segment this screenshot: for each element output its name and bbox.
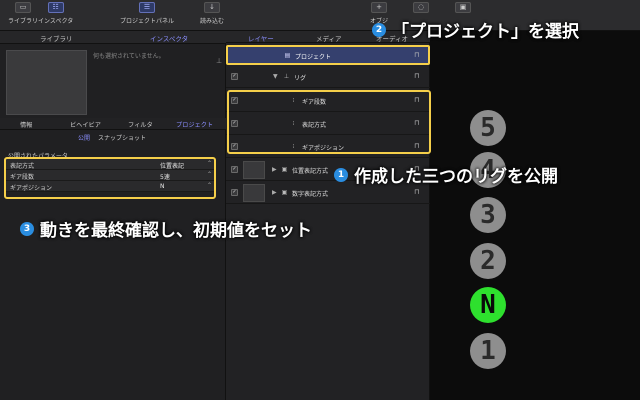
step-text: 作成した三つのリグを公開 <box>354 167 558 187</box>
step-text: 「プロジェクト」を選択 <box>392 22 579 42</box>
inspector-tabs: 情報 ビヘイビア フィルタ プロジェクト <box>0 118 226 130</box>
layer-checkbox[interactable]: ✓ <box>231 189 238 196</box>
tab-library[interactable]: ライブラリ <box>40 33 73 43</box>
inspector-button[interactable]: ☷ インスペクタ <box>38 2 73 25</box>
tab-project[interactable]: プロジェクト <box>176 120 213 129</box>
gear-indicator: 5 <box>470 110 506 146</box>
disclosure-triangle-icon[interactable]: ▼ <box>273 73 278 80</box>
tab-layers[interactable]: レイヤー <box>248 33 274 43</box>
project-panel-icon: ☰ <box>139 2 155 13</box>
inspector-preview <box>6 50 87 115</box>
pin-icon[interactable]: ⊥ <box>216 57 222 65</box>
shape-button[interactable]: ▣ <box>455 2 471 13</box>
document-icon: ▤ <box>284 52 291 59</box>
layer-name: リグ <box>294 75 307 82</box>
step3-annotation: 3 動きを最終確認し、初期値をセット <box>20 216 312 241</box>
tab-inspector[interactable]: インスペクタ <box>150 33 188 43</box>
layer-name: 位置表記方式 <box>292 168 329 175</box>
tab-media[interactable]: メディア <box>316 33 342 43</box>
step-number-badge: 1 <box>334 167 348 182</box>
step-text: 動きを最終確認し、初期値をセット <box>40 221 312 241</box>
disclosure-triangle-icon[interactable]: ▶ <box>272 189 277 196</box>
lock-icon[interactable]: ⊓ <box>414 72 419 80</box>
library-button[interactable]: ▭ ライブラリ <box>8 2 38 25</box>
tab-snapshot[interactable]: スナップショット <box>98 133 146 142</box>
group-icon: ▣ <box>281 166 288 173</box>
step-number-badge: 2 <box>372 22 386 37</box>
lock-icon[interactable]: ⊓ <box>414 51 419 59</box>
layer-thumbnail <box>243 161 265 179</box>
behaviors-button[interactable]: ◌ <box>413 2 429 13</box>
layer-checkbox[interactable]: ✓ <box>231 73 238 80</box>
group-icon: ▣ <box>281 189 288 196</box>
left-panel-tabs: ライブラリ インスペクタ <box>0 31 226 44</box>
layer-name: 数字表記方式 <box>292 191 329 198</box>
inspector-icon: ☷ <box>47 2 64 13</box>
preview-message: 何も選択されていません。 <box>93 53 165 60</box>
import-icon: ↓ <box>204 2 220 13</box>
canvas[interactable]: 5 4 3 2 N 1 <box>430 31 640 400</box>
library-icon: ▭ <box>15 2 31 13</box>
step-number-badge: 3 <box>20 221 34 236</box>
lock-icon[interactable]: ⊓ <box>414 188 419 196</box>
tab-info[interactable]: 情報 <box>20 120 32 129</box>
gear-indicator: 1 <box>470 333 506 369</box>
layer-thumbnail <box>243 184 265 202</box>
rig-children-highlight <box>227 90 431 154</box>
import-button[interactable]: ↓ 読み込む <box>200 2 224 25</box>
rig-icon: ⊥ <box>283 73 290 80</box>
add-object-icon: + <box>371 2 387 13</box>
project-panel-button[interactable]: ☰ プロジェクトパネル <box>120 2 174 25</box>
step1-annotation: 1 作成した三つのリグを公開 <box>334 162 558 187</box>
rig-layer-row[interactable]: ✓ ▼ ⊥ リグ ⊓ <box>226 66 430 88</box>
layer-checkbox[interactable]: ✓ <box>231 166 238 173</box>
project-sub-tabs: 公開 スナップショット <box>0 132 226 142</box>
tab-filters[interactable]: フィルタ <box>128 120 153 129</box>
params-highlight <box>4 157 216 199</box>
gear-indicator: 3 <box>470 197 506 233</box>
step2-annotation: 2 「プロジェクト」を選択 <box>372 17 579 42</box>
disclosure-triangle-icon[interactable]: ▶ <box>272 166 277 173</box>
project-layer-row[interactable]: ▤ プロジェクト ⊓ <box>226 45 430 65</box>
gear-indicator: 2 <box>470 243 506 279</box>
shape-icon: ▣ <box>455 2 471 13</box>
tab-behaviors[interactable]: ビヘイビア <box>70 120 101 129</box>
tab-publish[interactable]: 公開 <box>78 133 90 142</box>
layer-name: プロジェクト <box>295 54 332 61</box>
gear-indicator-active: N <box>470 287 506 323</box>
behaviors-icon: ◌ <box>413 2 429 13</box>
